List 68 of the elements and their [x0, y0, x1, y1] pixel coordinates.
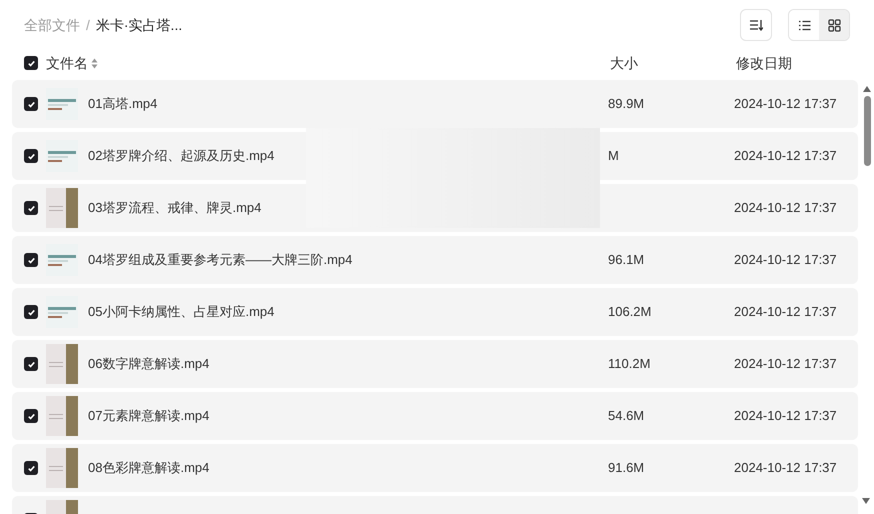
video-thumbnail: [46, 344, 78, 384]
file-row[interactable]: 07元素牌意解读.mp4 54.6M 2024-10-12 17:37: [12, 392, 858, 440]
sort-arrows-icon[interactable]: [91, 58, 98, 68]
checkbox[interactable]: [24, 253, 38, 267]
grid-view-button[interactable]: [819, 10, 849, 40]
video-thumbnail: [46, 244, 78, 276]
grid-icon: [828, 18, 840, 32]
checkmark-icon: [26, 256, 36, 264]
video-thumbnail: [46, 296, 78, 328]
file-name: 04塔罗组成及重要参考元素——大牌三阶.mp4: [88, 252, 352, 268]
modified-date: 2024-10-12 17:37: [734, 303, 837, 322]
file-size: 54.6M: [608, 408, 644, 424]
file-name: 08色彩牌意解读.mp4: [88, 460, 210, 476]
file-row[interactable]: 04塔罗组成及重要参考元素——大牌三阶.mp4 96.1M 2024-10-12 17:37: [12, 236, 858, 284]
modified-date: 2024-10-12 17:37: [734, 95, 837, 114]
column-header: 大小: [610, 54, 639, 72]
modified-date: 2024-10-12 17:37: [734, 251, 837, 270]
video-thumbnail: [46, 448, 78, 488]
file-size: M: [608, 148, 619, 164]
file-name: 07元素牌意解读.mp4: [88, 408, 210, 424]
file-size: 110.2M: [608, 356, 650, 372]
checkbox[interactable]: [24, 97, 38, 111]
file-row[interactable]: 01高塔.mp4 89.9M 2024-10-12 17:37: [12, 80, 858, 128]
video-thumbnail: [46, 396, 78, 436]
modified-date: 2024-10-12 17:37: [734, 407, 837, 426]
checkbox[interactable]: [24, 305, 38, 319]
scroll-up-icon[interactable]: [863, 86, 871, 92]
file-row[interactable]: 06数字牌意解读.mp4 110.2M 2024-10-12 17:37: [12, 340, 858, 388]
modified-date: 2024-10-12 17:37: [734, 147, 837, 166]
checkmark-icon: [26, 412, 36, 420]
checkbox[interactable]: [24, 201, 38, 215]
checkmark-icon: [26, 204, 36, 212]
column-header[interactable]: 文件名: [46, 52, 88, 74]
modified-date: 2024-10-12 17:37: [734, 199, 837, 218]
breadcrumb-link[interactable]: 米卡·实占塔...: [96, 14, 182, 36]
file-size: 106.2M: [608, 304, 652, 320]
checkmark-icon: [26, 100, 36, 108]
file-name: 03塔罗流程、戒律、牌灵.mp4: [88, 200, 262, 216]
checkmark-icon: [26, 308, 36, 316]
video-thumbnail: [46, 188, 78, 228]
scroll-down-icon[interactable]: [862, 498, 870, 504]
checkmark-icon: [26, 464, 36, 472]
file-size: 91.6M: [608, 460, 644, 476]
file-name: 06数字牌意解读.mp4: [88, 356, 210, 372]
checkbox[interactable]: [24, 357, 38, 371]
file-name: 02塔罗牌介绍、起源及历史.mp4: [88, 148, 274, 164]
file-size: 96.1M: [608, 252, 644, 268]
list-icon: [798, 20, 810, 30]
checkmark-icon: [26, 58, 36, 68]
column-header: 修改日期: [736, 54, 792, 72]
modified-date: 2024-10-12 17:37: [734, 355, 837, 374]
checkbox[interactable]: [24, 56, 38, 70]
checkbox[interactable]: [24, 149, 38, 163]
checkmark-icon: [26, 360, 36, 368]
breadcrumb-separator: /: [86, 16, 90, 34]
video-thumbnail: [46, 88, 78, 120]
sort-button[interactable]: [740, 9, 772, 41]
file-row[interactable]: 05小阿卡纳属性、占星对应.mp4 106.2M 2024-10-12 17:37: [12, 288, 858, 336]
checkbox[interactable]: [24, 461, 38, 475]
file-name: 05小阿卡纳属性、占星对应.mp4: [88, 304, 274, 320]
checkmark-icon: [26, 152, 36, 160]
file-row[interactable]: 08色彩牌意解读.mp4 91.6M 2024-10-12 17:37: [12, 444, 858, 492]
file-size: 89.9M: [608, 96, 644, 112]
video-thumbnail: [46, 140, 78, 172]
file-name: 01高塔.mp4: [88, 96, 158, 112]
sort-icon: [749, 19, 763, 31]
modified-date: 2024-10-12 17:37: [734, 459, 837, 478]
checkbox[interactable]: [24, 409, 38, 423]
